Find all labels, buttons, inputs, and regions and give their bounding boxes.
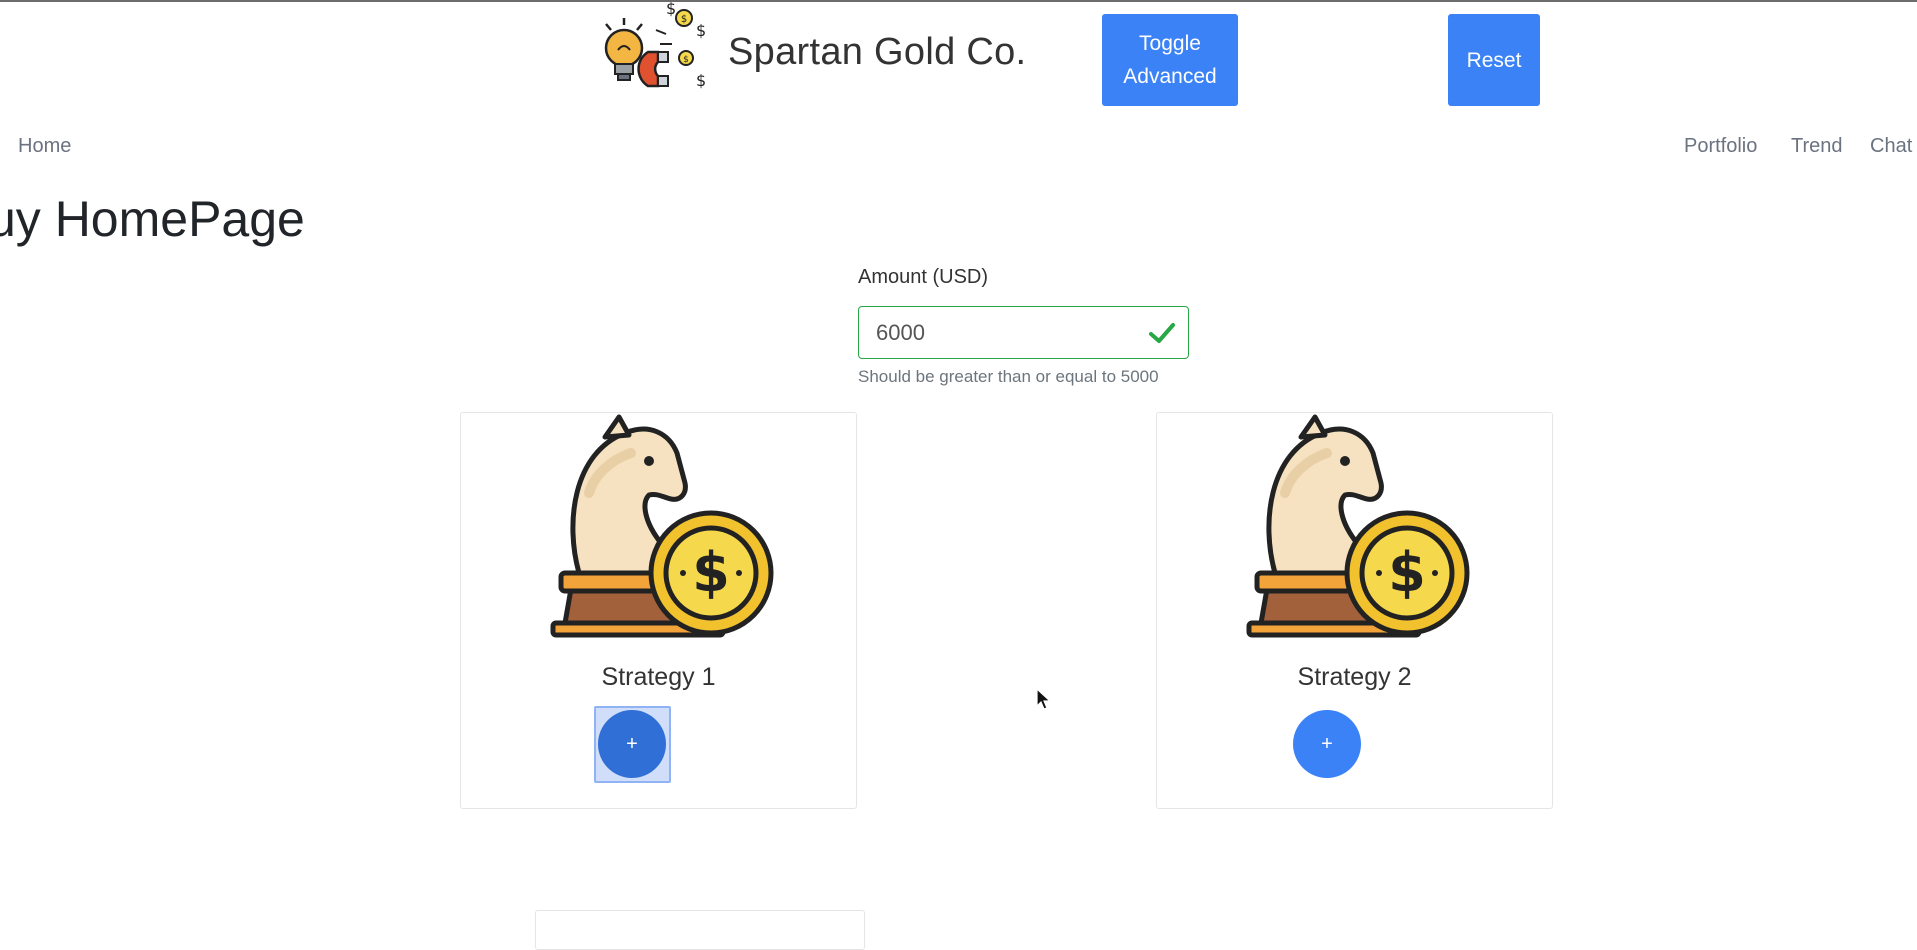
add-strategy-button[interactable]: + xyxy=(598,710,666,778)
amount-field[interactable] xyxy=(858,306,1189,359)
svg-text:$: $ xyxy=(692,541,730,604)
lightbulb-magnet-logo-icon: $ $ $ $ $ xyxy=(604,0,706,90)
amount-input[interactable] xyxy=(859,307,1188,358)
svg-text:$: $ xyxy=(696,21,706,40)
svg-text:$: $ xyxy=(681,14,687,25)
nav-home-link[interactable]: Home xyxy=(18,134,71,158)
svg-text:$: $ xyxy=(1388,541,1426,604)
strategy-card: $ Strategy 1 + xyxy=(460,412,857,809)
brand[interactable]: $ $ $ $ $ Spartan Gold Co. xyxy=(600,0,1026,104)
knight-coin-icon: $ xyxy=(1246,414,1470,638)
nav-portfolio-link[interactable]: Portfolio xyxy=(1684,134,1757,158)
strategy-title: Strategy 2 xyxy=(1297,663,1412,691)
mouse-cursor-icon xyxy=(1036,688,1052,710)
valid-check-icon xyxy=(1149,323,1175,343)
nav-trend-link[interactable]: Trend xyxy=(1791,134,1843,158)
page-title: uy HomePage xyxy=(0,191,305,247)
toggle-advanced-button[interactable]: Toggle Advanced xyxy=(1102,14,1238,106)
add-strategy-button[interactable]: + xyxy=(1293,710,1361,778)
strategy-card: $ Strategy 2 + xyxy=(1156,412,1553,809)
strategy-card-partial xyxy=(535,910,865,950)
svg-text:$: $ xyxy=(666,0,676,18)
amount-help-text: Should be greater than or equal to 5000 xyxy=(858,367,1159,386)
amount-label: Amount (USD) xyxy=(858,266,989,288)
svg-text:$: $ xyxy=(683,55,689,65)
svg-text:$: $ xyxy=(696,71,706,90)
strategy-title: Strategy 1 xyxy=(601,663,716,691)
knight-coin-icon: $ xyxy=(550,414,774,638)
nav-chat-link[interactable]: Chat xyxy=(1870,134,1912,158)
brand-name: Spartan Gold Co. xyxy=(728,30,1027,73)
reset-button[interactable]: Reset xyxy=(1448,14,1540,106)
